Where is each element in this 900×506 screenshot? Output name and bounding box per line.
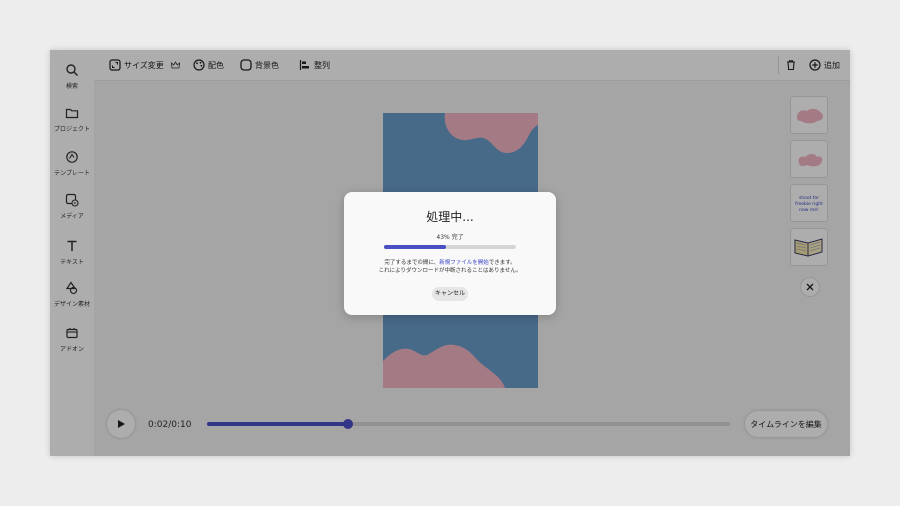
cancel-button[interactable]: キャンセル — [432, 287, 468, 301]
message-suffix: できます。 — [488, 260, 516, 266]
progress-percent: 43% 完了 — [436, 234, 464, 241]
new-file-link[interactable]: 新規ファイルを開始 — [439, 260, 489, 266]
message-prefix: 完了するまでの間に、 — [384, 260, 440, 266]
dialog-message: 完了するまでの間に、新規ファイルを開始できます。 これによりダウンロードが中断さ… — [344, 259, 556, 275]
processing-dialog: 処理中... 43% 完了 完了するまでの間に、新規ファイルを開始できます。 こ… — [344, 192, 556, 315]
progress-bar — [384, 245, 516, 249]
dialog-title: 処理中... — [426, 210, 474, 224]
progress-bar-fill — [384, 245, 447, 249]
message-line2: これによりダウンロードが中断されることはありません。 — [378, 268, 522, 274]
